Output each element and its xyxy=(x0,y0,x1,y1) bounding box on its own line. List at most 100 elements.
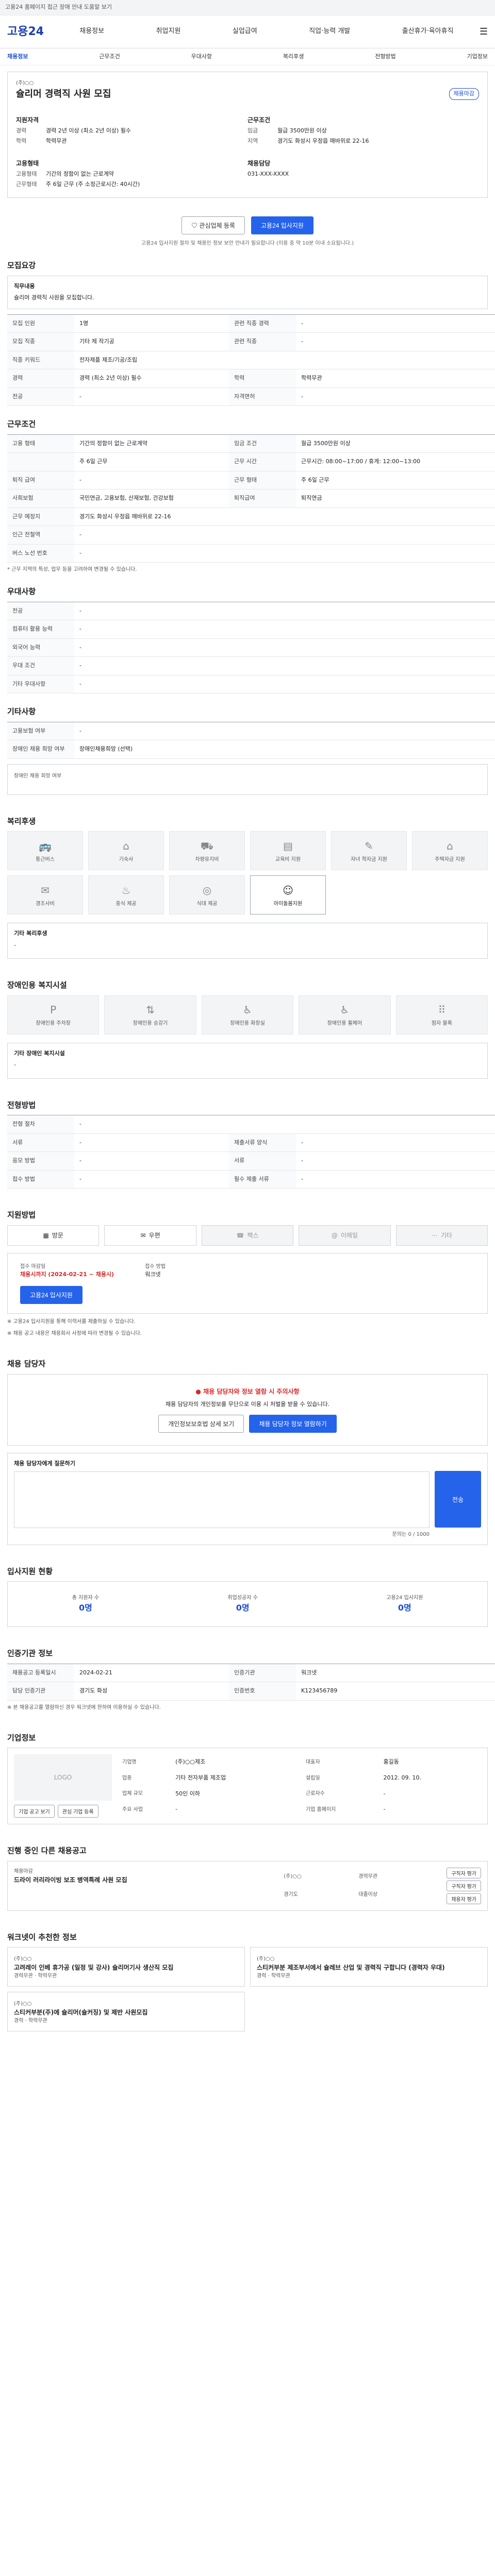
label: 중식 제공 xyxy=(116,901,137,907)
tab[interactable]: 기업정보 xyxy=(467,53,487,61)
cell: 월급 3500만원 이상 xyxy=(296,434,495,453)
info-table: 채용공고 등록일시 2024-02-21 인증기관 워크넷 담당 인증기관 경기도 화성… xyxy=(7,1663,495,1701)
tab[interactable]: 전형방법 xyxy=(375,53,395,61)
cell: 업체 규모 xyxy=(122,1791,143,1797)
email-icon: @ xyxy=(331,1231,338,1239)
cell: 근무 예정지 xyxy=(7,507,74,526)
welfare-item: ▤ 교육비 지원 xyxy=(250,831,326,870)
count: 0명 xyxy=(398,1603,411,1613)
cell: - xyxy=(74,1151,229,1171)
section-title: 우대사항 xyxy=(7,587,36,596)
question-textarea[interactable] xyxy=(14,1471,430,1528)
cell: 경력무관 xyxy=(358,1873,378,1879)
fax-icon: ☎ xyxy=(236,1231,244,1239)
disability-grid: P 장애인용 주차장 ⇅ 장애인용 승강기 ♿ 장애인용 화장실 ♿ 장애인용 휠체어 … xyxy=(7,995,488,1035)
nav-item[interactable]: 직업·능력 개발 xyxy=(309,26,350,37)
cell: 업종 xyxy=(122,1775,132,1781)
welfare-item: ✉ 경조사비 xyxy=(7,875,83,914)
rating-button[interactable]: 구직자 평가 xyxy=(447,1880,481,1891)
facility-item: ♿ 장애인용 화장실 xyxy=(201,995,294,1035)
recommend-card[interactable]: (주)○○ 스티커부분(주)에 슐리머(슐커징) 및 제반 사원모집 경력 · … xyxy=(7,1992,245,2031)
cell: - xyxy=(74,1170,229,1189)
company-posts-button[interactable]: 기업 공고 보기 xyxy=(14,1805,55,1818)
cell: 장애인채용희망 (선택) xyxy=(74,740,495,759)
tab[interactable]: 채용정보 xyxy=(7,53,28,61)
save-favorite-button[interactable]: ♡ 관심업체 등록 xyxy=(182,216,245,234)
privacy-detail-button[interactable]: 개인정보보호법 상세 보기 xyxy=(158,1415,244,1433)
nav-item[interactable]: 채용정보 xyxy=(79,26,104,37)
nav-item[interactable]: 실업급여 xyxy=(233,26,257,37)
tag: 경력 xyxy=(257,1973,267,1979)
building-icon: ▦ xyxy=(43,1231,49,1239)
conditions-note: * 근무 지역의 특성, 업무 등을 고려하여 변경될 수 있습니다. xyxy=(7,567,137,572)
cell: 전자제품 제조/기공/조립 xyxy=(74,351,495,369)
facility-item: P 장애인용 주차장 xyxy=(7,995,100,1035)
company-favorite-button[interactable]: 관심 기업 등록 xyxy=(57,1805,98,1818)
nav-item[interactable]: 취업지원 xyxy=(156,26,181,37)
company: (주)○○ xyxy=(14,1956,32,1962)
apply-button[interactable]: 고용24 입사지원 xyxy=(251,216,314,234)
cell: 채용공고 등록일시 xyxy=(7,1664,74,1682)
section-title: 인증기관 정보 xyxy=(7,1649,53,1658)
cell: - xyxy=(74,1133,229,1152)
tag: 학력무관 xyxy=(271,1973,290,1979)
rating-button[interactable]: 구직자 평가 xyxy=(447,1867,481,1878)
stats-box: 총 지원자 수 0명 취업성공자 수 0명 고용24 입사지원 0명 xyxy=(7,1581,488,1627)
value: 워크넷 xyxy=(145,1270,161,1278)
job-title: 슐리머 경력직 사원 모집 xyxy=(16,89,111,99)
welfare-item: ⌂ 기숙사 xyxy=(88,831,164,870)
card-title[interactable]: 고려레이 인베 휴가공 (일정 및 강사) 슐리머기사 생산직 모집 xyxy=(14,1963,238,1972)
tab[interactable]: 근무조건 xyxy=(99,53,120,61)
other-post[interactable]: 채용마감 드라이 러리라이빙 보조 병역특례 사원 모집 (주)○○ 경력무관 경… xyxy=(7,1860,488,1911)
cell: 서류 xyxy=(7,1133,74,1152)
label: 주택자금 지원 xyxy=(435,856,465,862)
tab[interactable]: 우대사항 xyxy=(191,53,212,61)
cell: 버스 노선 번호 xyxy=(7,544,74,563)
section-label: 근무조건 xyxy=(248,116,271,124)
status: 채용마감 xyxy=(14,1868,33,1874)
cell: 근무 형태 xyxy=(229,471,296,489)
cell: - xyxy=(74,675,495,693)
company-table: 기업명 (주)○○제조 대표자 홍길동 업종 기타 전자부품 제조업 설립일 2012. 0… xyxy=(122,1754,481,1818)
cell: - xyxy=(74,387,229,406)
label: 방문 xyxy=(52,1231,63,1239)
label: 장애인용 화장실 xyxy=(230,1021,265,1026)
notice-text[interactable]: 고용24 홈페이지 접근 장애 안내 도움말 보기 xyxy=(5,4,112,10)
post-title[interactable]: 드라이 러리라이빙 보조 병역특례 사원 모집 xyxy=(14,1875,275,1885)
site-logo[interactable]: 고용24 xyxy=(7,23,54,40)
cell: 학력 xyxy=(229,369,296,388)
label: 기타 xyxy=(440,1231,452,1239)
card-title[interactable]: 스티커부분(주)에 슐리머(슐커징) 및 제반 사원모집 xyxy=(14,2008,238,2017)
send-button[interactable]: 전송 xyxy=(435,1471,481,1528)
label: 장애인용 주차장 xyxy=(36,1021,71,1026)
value: 학력무관 xyxy=(46,137,67,144)
cell: 기간의 정함이 없는 근로계약 xyxy=(74,434,229,453)
apply-online-button[interactable]: 고용24 입사지원 xyxy=(20,1286,82,1304)
recommend-card[interactable]: (주)○○ 스티커부분 제조부서에서 슐레브 산업 및 경력직 구합니다 (경력… xyxy=(250,1947,488,1987)
tab[interactable]: 복리후생 xyxy=(283,53,304,61)
restroom-icon: ♿ xyxy=(243,1004,252,1016)
label: 아이돌봄지원 xyxy=(273,901,303,907)
cell: 사회보험 xyxy=(7,489,74,508)
card-title[interactable]: 스티커부분 제조부서에서 슐레브 산업 및 경력직 구합니다 (경력자 우대) xyxy=(257,1963,481,1972)
label: 우편 xyxy=(148,1231,160,1239)
cell: 기업명 xyxy=(122,1759,137,1765)
cell: 고용보험 여부 xyxy=(7,722,74,740)
facility-item: ♿ 장애인용 휠체어 xyxy=(299,995,391,1035)
label: 기숙사 xyxy=(119,856,134,862)
rating-button[interactable]: 채용자 평가 xyxy=(447,1893,481,1904)
nav-item[interactable]: 출산휴가·육아휴직 xyxy=(402,26,454,37)
count: 0명 xyxy=(78,1603,92,1613)
value: 경력 2년 이상 (최소 2년 이상) 필수 xyxy=(46,127,131,134)
value: - xyxy=(14,1061,16,1068)
bus-icon: 🚌 xyxy=(39,839,52,852)
recommend-grid: (주)○○ 고려레이 인베 휴가공 (일정 및 강사) 슐리머기사 생산직 모집… xyxy=(7,1947,488,2031)
cap-icon: ✎ xyxy=(365,839,373,852)
menu-icon[interactable]: ☰ xyxy=(480,25,488,39)
tag: 경력무관 xyxy=(14,1973,33,1979)
label: 식대 제공 xyxy=(196,901,218,907)
mail-icon: ✉ xyxy=(140,1231,146,1239)
facility-item: ⠿ 점자 블록 xyxy=(395,995,488,1035)
view-contact-button[interactable]: 채용 담당자 정보 열람하기 xyxy=(249,1415,337,1433)
recommend-card[interactable]: (주)○○ 고려레이 인베 휴가공 (일정 및 강사) 슐리머기사 생산직 모집… xyxy=(7,1947,245,1987)
